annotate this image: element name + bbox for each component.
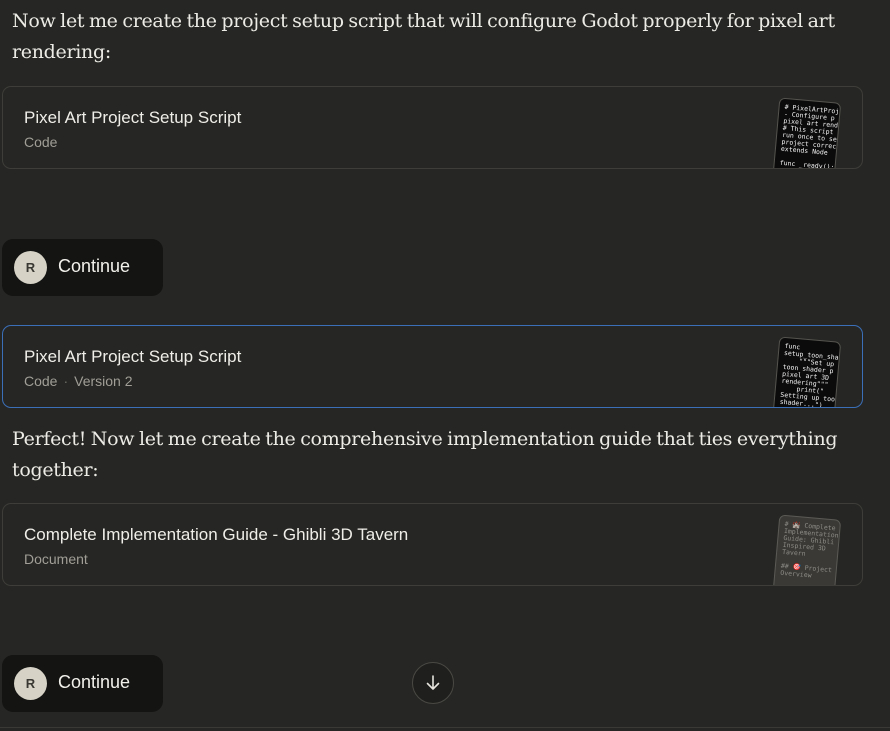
artifact-type: Code	[24, 134, 58, 150]
avatar: R	[14, 667, 47, 700]
arrow-down-icon	[426, 675, 440, 690]
continue-label: Continue	[58, 256, 131, 276]
artifact-title: Complete Implementation Guide - Ghibli 3…	[24, 525, 409, 544]
chat-transcript: Now let me create the project setup scri…	[0, 0, 890, 731]
divider	[0, 727, 890, 728]
artifact-type: Code	[24, 373, 58, 389]
artifact-card-implementation-guide[interactable]: Complete Implementation Guide - Ghibli 3…	[2, 503, 863, 586]
artifact-preview-thumbnail: # PixelArtProj - Configure p pixel art r…	[772, 97, 842, 169]
artifact-meta: Code · Version 2	[24, 373, 133, 389]
continue-button[interactable]: R Continue	[2, 239, 163, 296]
continue-button[interactable]: R Continue	[2, 655, 163, 712]
artifact-preview-code: func setup_toon_sha """Set up toon shade…	[779, 341, 839, 408]
artifact-preview-thumbnail: # 🏰 Complete Implementation Guide: Ghibl…	[772, 514, 842, 585]
avatar: R	[14, 251, 47, 284]
artifact-card-setup-script[interactable]: Pixel Art Project Setup Script Code # Pi…	[2, 86, 863, 169]
artifact-meta: Document	[24, 551, 88, 567]
artifact-title: Pixel Art Project Setup Script	[24, 347, 242, 366]
artifact-meta: Code	[24, 134, 57, 150]
assistant-message-perfect: Perfect! Now let me create the comprehen…	[12, 428, 838, 481]
scroll-to-bottom-button[interactable]	[412, 662, 454, 704]
artifact-preview-code: # PixelArtProj - Configure p pixel art r…	[779, 102, 840, 169]
artifact-version: Version 2	[74, 373, 133, 389]
meta-separator: ·	[63, 373, 69, 389]
continue-label: Continue	[58, 672, 131, 692]
artifact-title: Pixel Art Project Setup Script	[24, 108, 242, 127]
assistant-message-intro: Now let me create the project setup scri…	[12, 10, 835, 63]
artifact-type: Document	[24, 551, 88, 567]
artifact-preview-thumbnail: func setup_toon_sha """Set up toon shade…	[772, 336, 842, 408]
artifact-preview-document: # 🏰 Complete Implementation Guide: Ghibl…	[780, 519, 839, 580]
artifact-card-setup-script-v2[interactable]: Pixel Art Project Setup Script Code · Vers…	[2, 325, 863, 408]
